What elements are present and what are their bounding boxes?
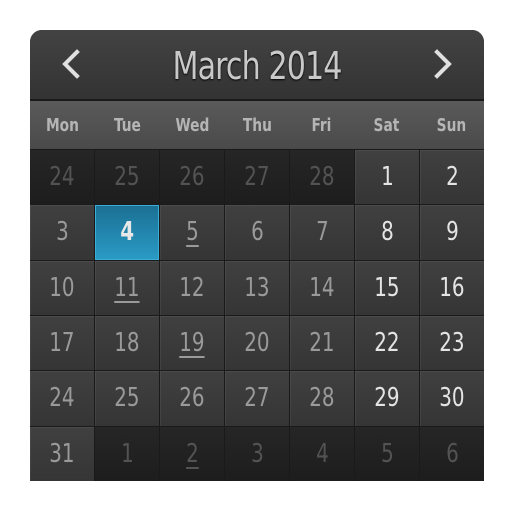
day-cell[interactable]: 5 bbox=[160, 205, 224, 260]
day-cell[interactable]: 23 bbox=[420, 315, 484, 371]
weekday-label: Mon bbox=[45, 115, 79, 136]
day-number: 13 bbox=[244, 272, 270, 303]
day-cell[interactable]: 13 bbox=[225, 260, 289, 315]
day-number: 1 bbox=[380, 162, 394, 193]
day-cell[interactable]: 5 bbox=[355, 426, 419, 481]
day-number: 25 bbox=[114, 383, 140, 414]
day-number: 18 bbox=[114, 328, 140, 359]
weekday-label: Fri bbox=[311, 115, 332, 136]
day-number: 6 bbox=[250, 217, 264, 248]
day-number: 27 bbox=[244, 383, 270, 414]
day-cell[interactable]: 6 bbox=[225, 205, 289, 260]
day-number: 27 bbox=[244, 162, 270, 193]
day-cell[interactable]: 3 bbox=[30, 205, 94, 260]
day-number: 19 bbox=[179, 328, 205, 359]
weekday-label: Tue bbox=[113, 115, 141, 136]
day-number: 21 bbox=[309, 328, 335, 359]
day-number: 24 bbox=[49, 383, 75, 414]
day-cell[interactable]: 12 bbox=[160, 260, 224, 315]
day-cell[interactable]: 2 bbox=[420, 150, 484, 205]
day-cell[interactable]: 15 bbox=[355, 260, 419, 315]
day-number: 7 bbox=[315, 217, 329, 248]
day-number: 4 bbox=[315, 438, 329, 469]
day-number: 17 bbox=[49, 328, 75, 359]
day-number: 3 bbox=[250, 438, 264, 469]
weekday-header-row: Mon Tue Wed Thu Fri Sat Sun bbox=[30, 101, 484, 151]
day-cell[interactable]: 4 bbox=[290, 426, 354, 481]
day-cell[interactable]: 26 bbox=[160, 150, 224, 205]
day-number: 4 bbox=[120, 217, 134, 248]
weekday-label: Thu bbox=[242, 115, 272, 136]
day-number: 26 bbox=[179, 383, 205, 414]
day-cell[interactable]: 6 bbox=[420, 426, 484, 481]
day-cell[interactable]: 2 bbox=[160, 426, 224, 481]
day-cell[interactable]: 24 bbox=[30, 150, 94, 205]
day-number: 8 bbox=[380, 217, 394, 248]
day-cell[interactable]: 22 bbox=[355, 315, 419, 371]
calendar-header: March 2014 bbox=[30, 30, 484, 101]
day-cell[interactable]: 24 bbox=[30, 371, 94, 426]
day-cell[interactable]: 30 bbox=[420, 371, 484, 426]
day-cell[interactable]: 27 bbox=[225, 371, 289, 426]
day-grid: 24 25 26 27 28 1 2 3 4 5 6 7 8 9 10 11 12 13 14 15 16 17 18 19 2… bbox=[30, 150, 484, 481]
day-number: 28 bbox=[309, 383, 335, 414]
month-title: March 2014 bbox=[172, 44, 343, 88]
day-cell[interactable]: 1 bbox=[95, 426, 159, 481]
day-cell[interactable]: 17 bbox=[30, 315, 94, 371]
day-number: 11 bbox=[114, 272, 140, 303]
weekday-label: Sat bbox=[373, 115, 400, 136]
day-cell[interactable]: 21 bbox=[290, 315, 354, 371]
day-cell[interactable]: 31 bbox=[30, 426, 94, 481]
day-number: 29 bbox=[374, 383, 400, 414]
day-number: 16 bbox=[439, 272, 465, 303]
day-number: 5 bbox=[380, 438, 394, 469]
day-number: 25 bbox=[114, 162, 140, 193]
day-number: 23 bbox=[439, 328, 465, 359]
day-cell[interactable]: 1 bbox=[355, 150, 419, 205]
day-number: 12 bbox=[179, 272, 205, 303]
calendar-widget: March 2014 Mon Tue Wed Thu Fri Sat Sun 2… bbox=[30, 30, 484, 481]
day-cell[interactable]: 11 bbox=[95, 260, 159, 315]
day-cell[interactable]: 7 bbox=[290, 205, 354, 260]
day-cell[interactable]: 20 bbox=[225, 315, 289, 371]
day-cell[interactable]: 9 bbox=[420, 205, 484, 260]
day-cell[interactable]: 18 bbox=[95, 315, 159, 371]
day-number: 26 bbox=[179, 162, 205, 193]
day-cell[interactable]: 14 bbox=[290, 260, 354, 315]
day-number: 15 bbox=[374, 272, 400, 303]
day-cell[interactable]: 29 bbox=[355, 371, 419, 426]
day-cell[interactable]: 28 bbox=[290, 150, 354, 205]
day-number: 5 bbox=[185, 217, 199, 248]
day-cell[interactable]: 25 bbox=[95, 371, 159, 426]
day-number: 28 bbox=[309, 162, 335, 193]
day-cell[interactable]: 10 bbox=[30, 260, 94, 315]
chevron-right-icon bbox=[434, 49, 452, 79]
day-number: 3 bbox=[55, 217, 69, 248]
day-cell-selected[interactable]: 4 bbox=[95, 205, 159, 260]
weekday-label: Sun bbox=[436, 115, 467, 136]
day-number: 6 bbox=[445, 438, 459, 469]
day-number: 1 bbox=[120, 438, 134, 469]
day-cell[interactable]: 27 bbox=[225, 150, 289, 205]
day-cell[interactable]: 19 bbox=[160, 315, 224, 371]
day-number: 2 bbox=[185, 438, 199, 469]
day-cell[interactable]: 8 bbox=[355, 205, 419, 260]
weekday-label: Wed bbox=[175, 115, 210, 136]
day-number: 2 bbox=[445, 162, 459, 193]
day-number: 20 bbox=[244, 328, 270, 359]
next-month-button[interactable] bbox=[422, 44, 462, 84]
day-cell[interactable]: 26 bbox=[160, 371, 224, 426]
day-number: 10 bbox=[49, 272, 75, 303]
day-number: 22 bbox=[374, 328, 400, 359]
day-cell[interactable]: 25 bbox=[95, 150, 159, 205]
day-number: 24 bbox=[49, 162, 75, 193]
day-number: 9 bbox=[445, 217, 459, 248]
day-cell[interactable]: 28 bbox=[290, 371, 354, 426]
day-number: 30 bbox=[439, 383, 465, 414]
day-cell[interactable]: 3 bbox=[225, 426, 289, 481]
day-cell[interactable]: 16 bbox=[420, 260, 484, 315]
day-number: 14 bbox=[309, 272, 335, 303]
day-number: 31 bbox=[49, 438, 75, 469]
